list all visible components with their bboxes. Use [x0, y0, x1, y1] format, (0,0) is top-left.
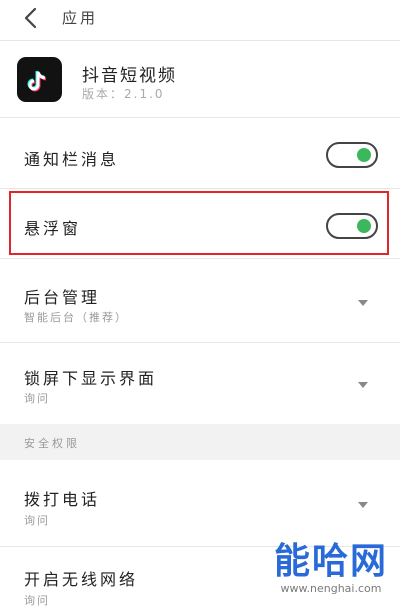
background-management-row[interactable]: 后台管理 智能后台（推荐） [0, 260, 400, 343]
tiktok-app-icon [17, 57, 62, 102]
wifi-label: 开启无线网络 [24, 570, 139, 589]
phone-call-label: 拨打电话 [24, 490, 101, 509]
background-management-value: 智能后台（推荐） [24, 311, 128, 324]
notification-setting-row[interactable]: 通知栏消息 [0, 122, 400, 189]
floating-window-toggle[interactable] [326, 213, 378, 239]
chevron-left-icon [24, 7, 37, 29]
section-title: 安全权限 [24, 437, 80, 450]
security-section-header: 安全权限 [0, 424, 400, 460]
phone-call-permission-row[interactable]: 拨打电话 询问 [0, 462, 400, 547]
watermark-url: www.nenghai.com [280, 582, 382, 595]
lockscreen-display-value: 询问 [24, 392, 50, 405]
dropdown-arrow-icon[interactable] [358, 382, 368, 388]
dropdown-arrow-icon[interactable] [358, 502, 368, 508]
back-button[interactable] [20, 5, 44, 31]
watermark-logo: 能哈网 www.nenghai.com [268, 540, 394, 604]
lockscreen-display-row[interactable]: 锁屏下显示界面 询问 [0, 344, 400, 425]
notification-toggle[interactable] [326, 142, 378, 168]
toggle-knob [357, 148, 371, 162]
toggle-knob [357, 219, 371, 233]
top-bar: 应用 [0, 0, 400, 41]
app-name: 抖音短视频 [82, 66, 177, 86]
floating-window-setting-row[interactable]: 悬浮窗 [0, 190, 400, 259]
app-version: 版本：2.1.0 [82, 87, 165, 101]
watermark-text: 能哈网 [273, 541, 388, 582]
floating-window-label: 悬浮窗 [24, 219, 82, 238]
lockscreen-display-label: 锁屏下显示界面 [24, 369, 158, 388]
phone-call-value: 询问 [24, 514, 50, 527]
notification-label: 通知栏消息 [24, 150, 120, 169]
background-management-label: 后台管理 [24, 288, 101, 307]
dropdown-arrow-icon[interactable] [358, 300, 368, 306]
app-info: 抖音短视频 版本：2.1.0 [0, 45, 400, 118]
page-title: 应用 [62, 9, 99, 27]
